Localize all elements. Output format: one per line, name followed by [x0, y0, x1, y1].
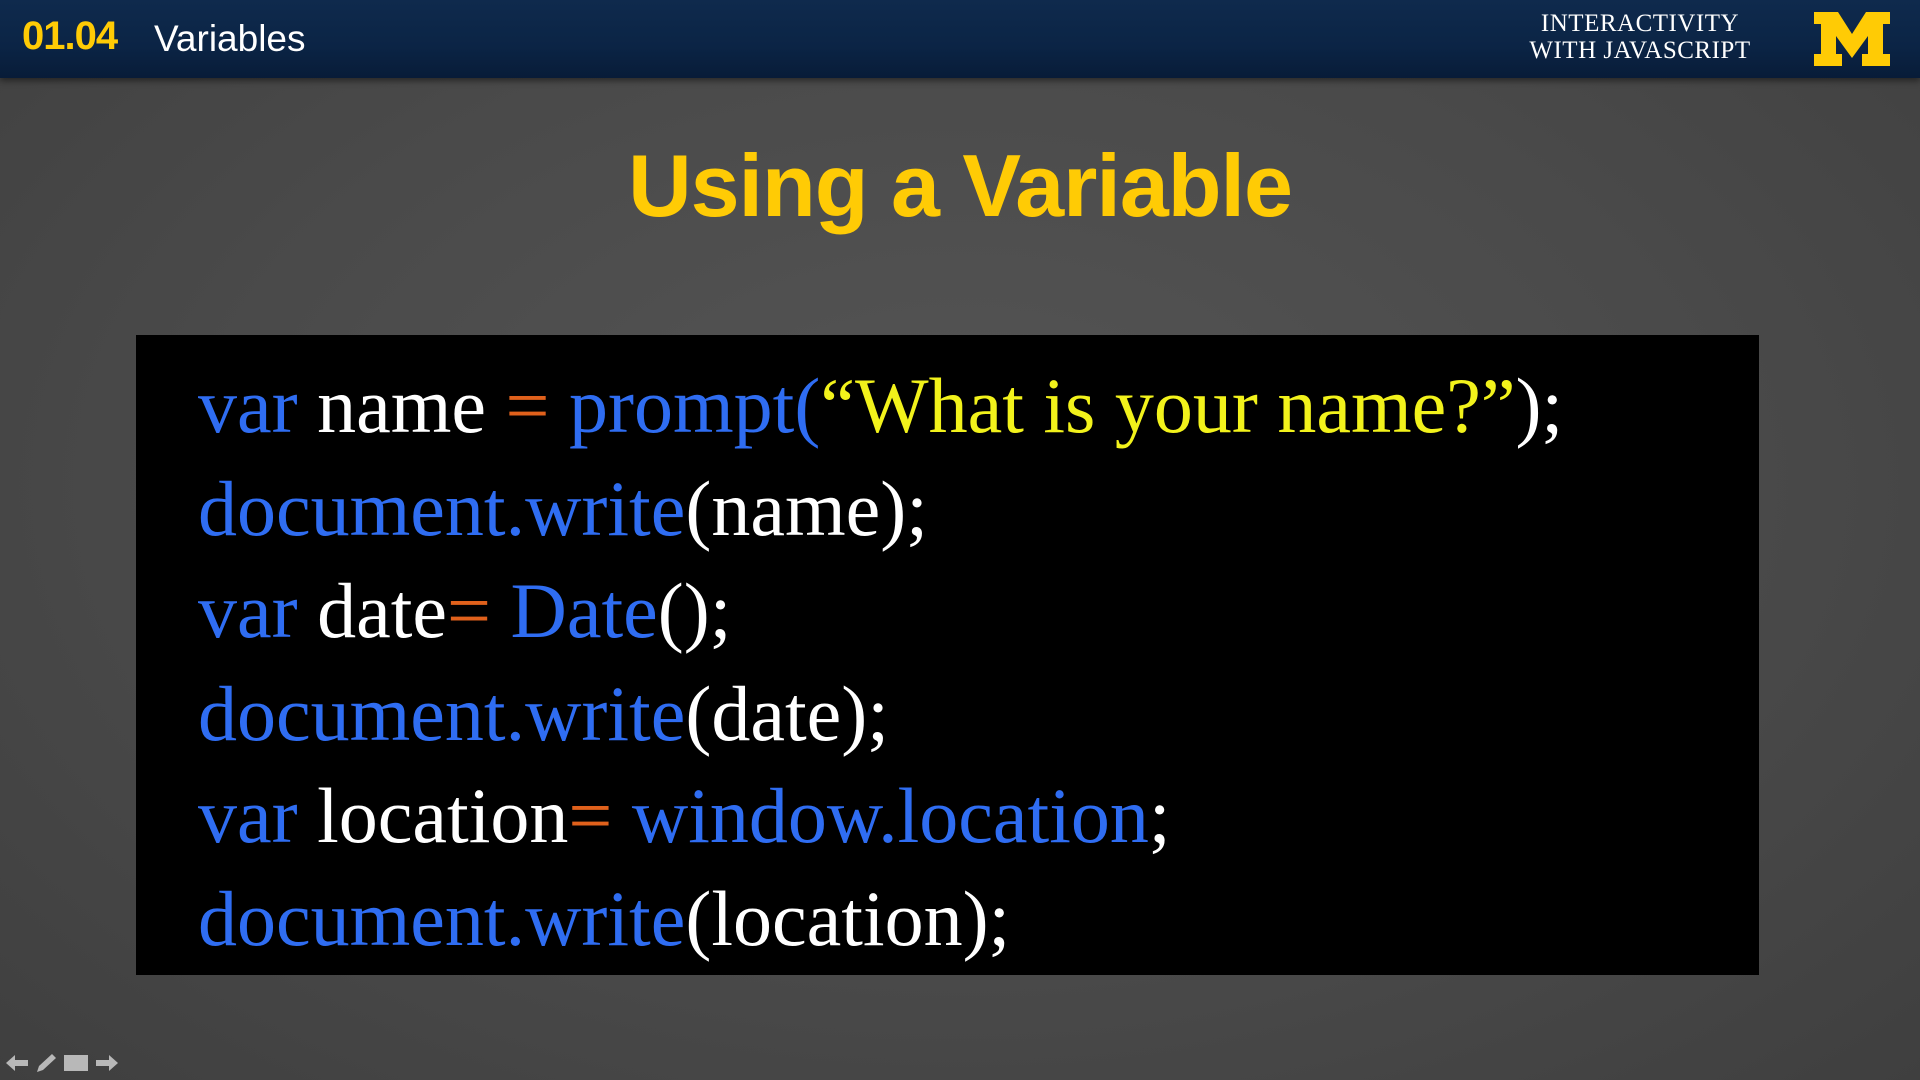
code-function: document.write: [198, 875, 686, 962]
block-m-logo-icon: [1814, 12, 1890, 66]
code-keyword: var: [198, 772, 298, 859]
code-function: document.write: [198, 670, 686, 757]
code-keyword: var: [198, 362, 298, 449]
code-identifier: name: [297, 362, 506, 449]
screen-icon[interactable]: [62, 1053, 90, 1073]
code-punctuation: ;: [1148, 772, 1171, 859]
code-function: window.location: [612, 772, 1149, 859]
pen-icon[interactable]: [34, 1052, 58, 1074]
code-operator: =: [505, 362, 550, 449]
code-line-6: document.write(location);: [198, 874, 1010, 964]
code-line-5: var location= window.location;: [198, 771, 1171, 861]
code-line-4: document.write(date);: [198, 669, 889, 759]
code-operator: =: [447, 567, 492, 654]
slide-title: Using a Variable: [628, 136, 1293, 235]
code-function: prompt(: [549, 362, 821, 449]
course-title-line2: WITH JAVASCRIPT: [1529, 37, 1751, 64]
slide-nav-controls: [4, 1050, 120, 1076]
code-punctuation: );: [1515, 362, 1564, 449]
code-line-1: var name = prompt(“What is your name?”);: [198, 361, 1563, 451]
header-bar: 01.04 Variables INTERACTIVITY WITH JAVAS…: [0, 0, 1920, 78]
code-identifier: date: [297, 567, 448, 654]
code-punctuation: (location);: [685, 875, 1011, 962]
course-title: INTERACTIVITY WITH JAVASCRIPT: [1490, 10, 1790, 64]
lesson-title: Variables: [154, 18, 306, 59]
code-string: “What is your name?”: [820, 362, 1516, 449]
code-identifier: location: [297, 772, 569, 859]
code-punctuation: ();: [657, 567, 732, 654]
code-punctuation: (date);: [685, 670, 889, 757]
lesson-number: 01.04: [22, 14, 118, 58]
arrow-left-icon[interactable]: [4, 1053, 30, 1073]
code-operator: =: [568, 772, 613, 859]
course-title-line1: INTERACTIVITY: [1540, 10, 1740, 37]
code-line-2: document.write(name);: [198, 464, 928, 554]
code-punctuation: (name);: [685, 465, 928, 552]
arrow-right-icon[interactable]: [94, 1053, 120, 1073]
code-function: document.write: [198, 465, 686, 552]
code-function: Date: [491, 567, 658, 654]
code-keyword: var: [198, 567, 298, 654]
code-line-3: var date= Date();: [198, 566, 731, 656]
code-block: var name = prompt(“What is your name?”);…: [136, 335, 1759, 975]
